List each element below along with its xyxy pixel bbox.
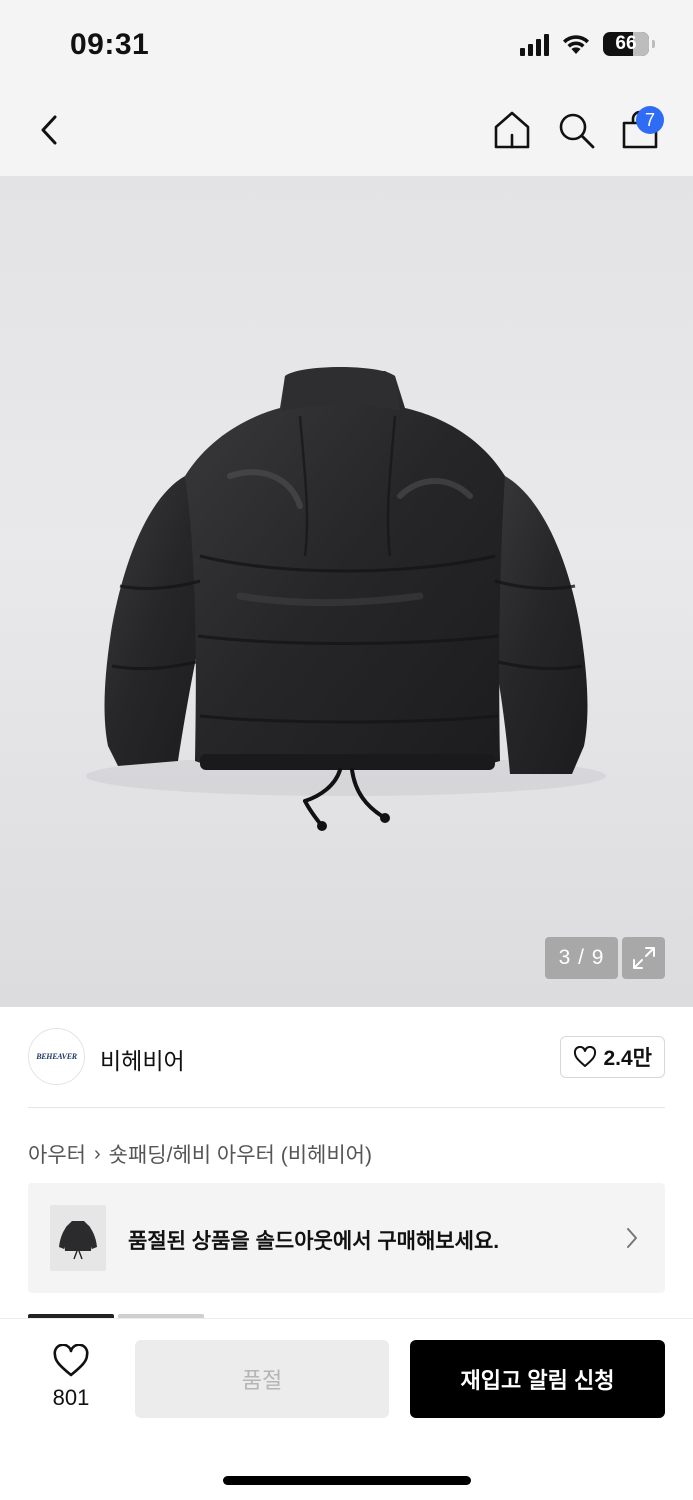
soldout-banner-text: 품절된 상품을 솔드아웃에서 구매해보세요. <box>128 1230 500 1253</box>
brand-logo-text: BEHEAVER <box>36 1052 77 1061</box>
breadcrumb-item-outer[interactable]: 아우터 <box>28 1139 86 1169</box>
soldout-button: 품절 <box>135 1340 389 1418</box>
wish-count: 801 <box>52 1385 90 1410</box>
battery-level: 66 <box>615 33 637 54</box>
brand-like-count: 2.4만 <box>603 1047 652 1070</box>
brand-row: BEHEAVER 비헤비어 2.4만 <box>28 1028 665 1086</box>
top-navigation <box>0 90 693 176</box>
puffer-jacket-image <box>86 367 606 831</box>
search-icon[interactable] <box>554 108 598 152</box>
chevron-right-icon <box>627 1228 637 1248</box>
status-time: 09:31 <box>70 28 150 61</box>
breadcrumb-item-category[interactable]: 숏패딩/헤비 아우터 (비헤비어) <box>109 1139 372 1169</box>
expand-arrows-icon <box>632 947 655 969</box>
status-indicators: 66 <box>520 32 655 56</box>
home-indicator <box>223 1476 471 1485</box>
image-counter: 3 / 9 <box>545 937 618 979</box>
breadcrumb: 아우터 › 숏패딩/헤비 아우터 (비헤비어) <box>28 1139 372 1169</box>
restock-alert-button[interactable]: 재입고 알림 신청 <box>410 1340 665 1418</box>
product-image-carousel[interactable] <box>0 176 693 1007</box>
brand-like-button[interactable]: 2.4만 <box>560 1036 665 1078</box>
back-chevron-icon[interactable] <box>30 110 70 150</box>
cart-count-badge: 7 <box>636 106 664 134</box>
status-bar: 09:31 66 <box>0 0 693 90</box>
heart-outline-icon <box>574 1046 597 1067</box>
chevron-right-icon: › <box>93 1142 101 1165</box>
wifi-icon <box>563 35 589 54</box>
divider <box>28 1107 665 1108</box>
battery-icon: 66 <box>603 32 655 56</box>
heart-outline-icon[interactable] <box>52 1344 90 1378</box>
home-icon[interactable] <box>490 108 534 152</box>
brand-name[interactable]: 비헤비어 <box>100 1042 185 1076</box>
banner-thumbnail <box>50 1205 106 1271</box>
cellular-signal-icon <box>520 32 549 56</box>
brand-logo[interactable]: BEHEAVER <box>28 1028 85 1085</box>
expand-image-button[interactable] <box>622 937 665 979</box>
soldout-banner[interactable]: 품절된 상품을 솔드아웃에서 구매해보세요. <box>28 1183 665 1293</box>
